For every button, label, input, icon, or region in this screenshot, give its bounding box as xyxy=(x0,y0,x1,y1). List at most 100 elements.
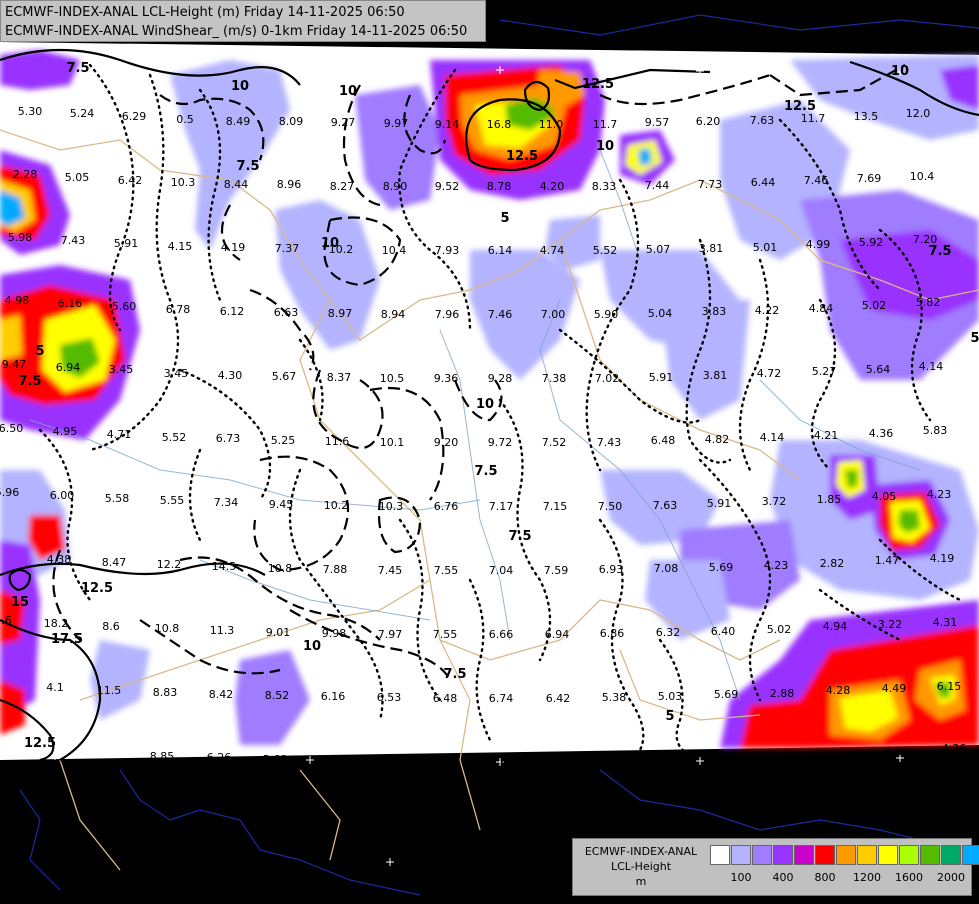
color-legend: ECMWF-INDEX-ANAL LCL-Height m 100 400 800 1… xyxy=(572,838,979,896)
legend-model: ECMWF-INDEX-ANAL xyxy=(584,845,698,858)
grid-value: 4.49 xyxy=(882,682,907,695)
grid-value: 3.81 xyxy=(703,369,728,382)
contour-label: 15 xyxy=(11,595,29,610)
grid-value: 2.6 xyxy=(0,614,12,627)
grid-value: 5.67 xyxy=(272,370,297,383)
grid-value: 5.98 xyxy=(8,231,33,244)
contour-label: 7.5 xyxy=(508,529,531,544)
grid-value: 7.88 xyxy=(323,563,348,576)
grid-value: 4.94 xyxy=(823,620,848,633)
grid-value: 8.97 xyxy=(328,307,353,320)
grid-value: 2.88 xyxy=(770,687,795,700)
grid-value: 1.85 xyxy=(817,493,842,506)
grid-value: 4.14 xyxy=(760,431,785,444)
grid-value: 11.0 xyxy=(539,118,564,131)
legend-tick: 100 xyxy=(730,871,752,884)
grid-value: 5.30 xyxy=(18,105,43,118)
grid-value: 2.28 xyxy=(13,168,38,181)
legend-swatch xyxy=(857,845,877,865)
grid-value: 5.60 xyxy=(112,300,137,313)
grid-value: 4.74 xyxy=(540,244,565,257)
grid-value: 7.93 xyxy=(435,244,460,257)
grid-value: 6.74 xyxy=(489,692,514,705)
grid-value: 6.00 xyxy=(50,489,75,502)
grid-value: 7.08 xyxy=(654,562,679,575)
contour-label: 10 xyxy=(231,79,249,94)
grid-value: 7.38 xyxy=(542,372,567,385)
contour-label: 5 xyxy=(665,709,674,724)
grid-value: 6.48 xyxy=(651,434,676,447)
grid-value: 7.43 xyxy=(61,234,86,247)
grid-value: 3.45 xyxy=(109,363,134,376)
legend-swatch xyxy=(731,845,751,865)
grid-value: 4.53 xyxy=(716,752,741,765)
grid-value: 10.4 xyxy=(382,244,407,257)
grid-value: 6.12 xyxy=(220,305,245,318)
legend-swatch xyxy=(710,845,730,865)
grid-value: 7.69 xyxy=(857,172,882,185)
contour-label: 7.5 xyxy=(443,667,466,682)
grid-value: 12.2 xyxy=(157,558,182,571)
legend-swatch xyxy=(794,845,814,865)
grid-value: 5.24 xyxy=(70,107,95,120)
title-windshear: ECMWF-INDEX-ANAL WindShear_ (m/s) 0-1km … xyxy=(5,24,468,39)
grid-value: 7.44 xyxy=(645,179,670,192)
grid-value: 5.52 xyxy=(593,244,618,257)
legend-swatch xyxy=(962,845,979,865)
grid-value: 7.63 xyxy=(653,499,678,512)
legend-tick: 800 xyxy=(814,871,836,884)
grid-value: 6.29 xyxy=(122,110,147,123)
legend-swatch xyxy=(899,845,919,865)
grid-value: 4.95 xyxy=(53,425,78,438)
grid-value: 6.53 xyxy=(377,691,402,704)
grid-value: 4.19 xyxy=(221,241,246,254)
legend-tick: 1200 xyxy=(853,871,881,884)
grid-value: 9.98 xyxy=(322,627,347,640)
grid-value: 8.78 xyxy=(487,180,512,193)
grid-value: 8.85 xyxy=(150,750,175,763)
grid-value: 8.6 xyxy=(102,620,120,633)
grid-value: 3.22 xyxy=(878,618,903,631)
legend-swatch xyxy=(878,845,898,865)
grid-value: 4.21 xyxy=(814,429,839,442)
grid-value: 5.68 xyxy=(263,753,288,766)
grid-value: 7.15 xyxy=(543,500,568,513)
grid-value: 8.37 xyxy=(327,371,352,384)
contour-label: 10 xyxy=(891,64,909,79)
grid-value: 9.27 xyxy=(331,116,356,129)
grid-value: 18.2 xyxy=(44,617,69,630)
grid-value: 4.23 xyxy=(927,488,952,501)
grid-value: 4.30 xyxy=(218,369,243,382)
grid-value: 5.38 xyxy=(602,691,627,704)
grid-value: 7.63 xyxy=(750,114,775,127)
contour-label: 7.5 xyxy=(236,159,259,174)
grid-value: 5.05 xyxy=(65,171,90,184)
grid-value: 8.96 xyxy=(277,178,302,191)
legend-tick: 400 xyxy=(772,871,794,884)
grid-value: 7.52 xyxy=(542,436,567,449)
grid-value: 4.81 xyxy=(659,754,684,767)
grid-value: 9.57 xyxy=(645,116,670,129)
grid-value: 4.99 xyxy=(806,238,831,251)
grid-value: 8.27 xyxy=(330,180,355,193)
grid-value: 7.20 xyxy=(913,233,938,246)
grid-value: 5.83 xyxy=(923,424,948,437)
grid-value: 10.3 xyxy=(379,500,404,513)
grid-value: 3.83 xyxy=(702,305,727,318)
grid-value: 7.59 xyxy=(544,564,569,577)
grid-value: 8.83 xyxy=(153,686,178,699)
grid-value: 4.72 xyxy=(757,367,782,380)
grid-value: 8.09 xyxy=(279,115,304,128)
grid-value: 11.7 xyxy=(801,112,826,125)
grid-value: 6.76 xyxy=(434,500,459,513)
grid-value: 9.72 xyxy=(488,436,513,449)
grid-value: 5.90 xyxy=(594,308,619,321)
grid-value: 4.23 xyxy=(764,559,789,572)
grid-value: 4.20 xyxy=(540,180,565,193)
grid-value: 4.36 xyxy=(942,742,967,755)
grid-value: 6.14 xyxy=(488,244,513,257)
contour-label: 12.5 xyxy=(506,149,538,164)
map-title-box: ECMWF-INDEX-ANAL LCL-Height (m) Friday 1… xyxy=(0,0,486,42)
grid-value: 4.69 xyxy=(490,756,515,769)
grid-value: 6.15 xyxy=(937,680,962,693)
